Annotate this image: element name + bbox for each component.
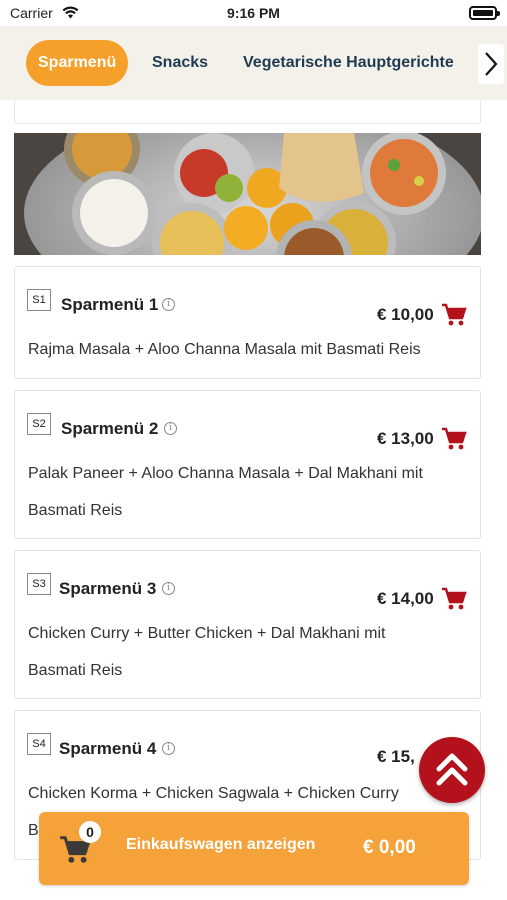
item-price: € 10,00: [377, 305, 434, 324]
tab-snacks[interactable]: Snacks: [152, 40, 208, 86]
add-to-cart-icon[interactable]: [441, 303, 467, 327]
item-description-line: Palak Paneer + Aloo Channa Masala + Dal …: [28, 465, 423, 482]
item-name: Sparmenü 4: [59, 739, 157, 758]
item-description: Chicken Curry + Butter Chicken + Dal Mak…: [28, 615, 468, 689]
previous-card-bottom: [14, 100, 481, 124]
menu-item-card[interactable]: S3 Sparmenü 3 i € 14,00 Chicken Curry + …: [14, 550, 481, 699]
info-icon[interactable]: i: [164, 422, 177, 435]
category-tab-bar: Sparmenü Snacks Vegetarische Hauptgerich…: [0, 26, 507, 100]
double-chevron-up-icon: [436, 753, 468, 786]
battery-icon: [469, 6, 500, 20]
info-icon[interactable]: i: [162, 298, 175, 311]
add-to-cart-icon[interactable]: [441, 427, 467, 451]
item-description-line: Basmati Reis: [28, 662, 123, 679]
item-description-line: Basmati Reis: [28, 502, 123, 519]
clock: 9:16 PM: [227, 5, 280, 21]
thali-platter-image: [14, 133, 481, 255]
info-icon[interactable]: i: [162, 582, 175, 595]
info-icon[interactable]: i: [162, 742, 175, 755]
item-description: Palak Paneer + Aloo Channa Masala + Dal …: [28, 455, 468, 529]
cart-count-badge: 0: [79, 821, 101, 843]
item-name: Sparmenü 2: [61, 419, 159, 438]
item-code-badge: S3: [27, 573, 51, 595]
item-code-badge: S1: [27, 289, 51, 311]
add-to-cart-icon[interactable]: [441, 587, 467, 611]
category-banner-image: [14, 133, 481, 255]
scroll-to-top-button[interactable]: [419, 737, 485, 803]
tab-vegetarische-hauptgerichte[interactable]: Vegetarische Hauptgerichte: [243, 40, 454, 86]
item-name: Sparmenü 3: [59, 579, 157, 598]
item-description-line: Chicken Curry + Butter Chicken + Dal Mak…: [28, 625, 386, 642]
view-cart-button[interactable]: 0 Einkaufswagen anzeigen € 0,00: [39, 812, 469, 885]
menu-item-card[interactable]: S2 Sparmenü 2 i € 13,00 Palak Paneer + A…: [14, 390, 481, 539]
menu-item-card[interactable]: S1 Sparmenü 1 i € 10,00 Rajma Masala + A…: [14, 266, 481, 379]
item-name: Sparmenü 1: [61, 295, 159, 314]
item-description: Rajma Masala + Aloo Channa Masala mit Ba…: [28, 331, 468, 368]
item-price: € 14,00: [377, 589, 434, 608]
cart-total: € 0,00: [363, 837, 416, 858]
chevron-right-icon: [485, 52, 498, 76]
item-price: € 15,: [377, 747, 415, 766]
item-description-line: Rajma Masala + Aloo Channa Masala mit Ba…: [28, 341, 421, 358]
item-code-badge: S4: [27, 733, 51, 755]
item-price: € 13,00: [377, 429, 434, 448]
status-bar: Carrier 9:16 PM: [0, 0, 507, 26]
tab-scroll-next-button[interactable]: [478, 44, 504, 84]
item-description-line: Chicken Korma + Chicken Sagwala + Chicke…: [28, 785, 399, 802]
tab-sparmenu[interactable]: Sparmenü: [26, 40, 129, 86]
view-cart-label: Einkaufswagen anzeigen: [126, 836, 316, 853]
item-code-badge: S2: [27, 413, 51, 435]
